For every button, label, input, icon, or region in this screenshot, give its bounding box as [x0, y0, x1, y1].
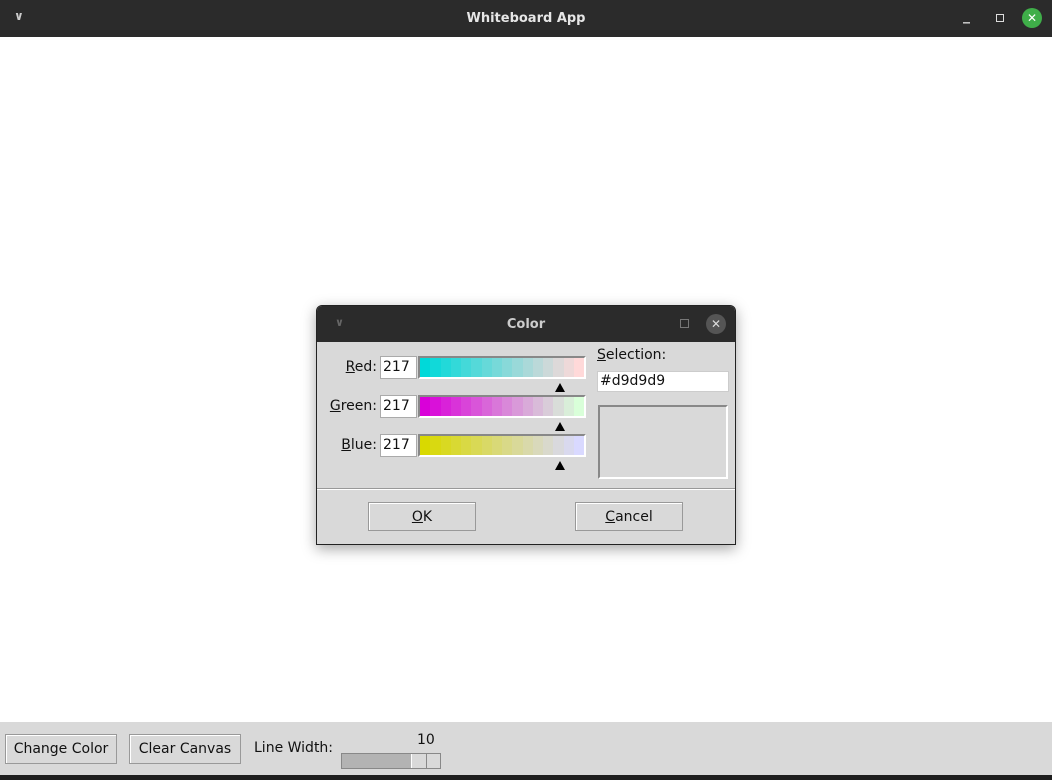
gradient-segment — [450, 436, 461, 455]
slider-thumb[interactable] — [411, 754, 440, 768]
selection-label: Selection: — [597, 347, 667, 363]
close-icon[interactable]: ✕ — [706, 314, 726, 334]
channel-label-1: Green: — [329, 398, 377, 414]
channel-pointer-icon[interactable] — [554, 461, 565, 470]
window-titlebar: ∨ Whiteboard App _ ✕ — [0, 0, 1052, 37]
channel-value-input[interactable]: 217 — [380, 434, 417, 457]
gradient-segment — [553, 397, 564, 416]
gradient-segment — [573, 397, 584, 416]
gradient-segment — [471, 358, 482, 377]
selection-input[interactable]: #d9d9d9 — [597, 371, 729, 392]
channel-gradient-bar[interactable] — [418, 395, 586, 418]
clear-canvas-button[interactable]: Clear Canvas — [129, 734, 241, 764]
gradient-segment — [543, 397, 554, 416]
gradient-segment — [491, 358, 502, 377]
cancel-button[interactable]: Cancel — [575, 502, 683, 531]
gradient-segment — [471, 397, 482, 416]
gradient-segment — [471, 436, 482, 455]
maximize-icon[interactable] — [680, 319, 689, 328]
gradient-segment — [563, 397, 574, 416]
gradient-segment — [502, 358, 513, 377]
window-title: Whiteboard App — [466, 11, 586, 26]
gradient-segment — [420, 358, 431, 377]
line-width-label: Line Width: — [254, 740, 334, 756]
gradient-segment — [543, 436, 554, 455]
gradient-segment — [491, 397, 502, 416]
channel-value-input[interactable]: 217 — [380, 356, 417, 379]
gradient-segment — [573, 358, 584, 377]
gradient-segment — [532, 358, 543, 377]
gradient-segment — [461, 397, 472, 416]
close-icon[interactable]: ✕ — [1022, 8, 1042, 28]
gradient-segment — [440, 436, 451, 455]
gradient-segment — [573, 436, 584, 455]
gradient-segment — [563, 358, 574, 377]
gradient-segment — [512, 358, 523, 377]
gradient-segment — [450, 397, 461, 416]
status-strip — [0, 775, 1052, 780]
dialog-titlebar: ∨ Color ✕ — [317, 306, 735, 342]
gradient-segment — [512, 436, 523, 455]
gradient-segment — [481, 358, 492, 377]
divider — [317, 488, 735, 490]
dialog-title: Color — [506, 316, 546, 332]
gradient-segment — [430, 397, 441, 416]
gradient-segment — [420, 397, 431, 416]
gradient-segment — [522, 397, 533, 416]
line-width-value: 10 — [417, 732, 435, 748]
gradient-segment — [481, 436, 492, 455]
gradient-segment — [522, 436, 533, 455]
chevron-down-icon[interactable]: ∨ — [335, 316, 344, 329]
gradient-segment — [430, 436, 441, 455]
gradient-segment — [532, 397, 543, 416]
gradient-segment — [532, 436, 543, 455]
maximize-icon[interactable] — [996, 14, 1004, 22]
gradient-segment — [420, 436, 431, 455]
channel-value-input[interactable]: 217 — [380, 395, 417, 418]
channel-pointer-icon[interactable] — [554, 383, 565, 392]
gradient-segment — [461, 436, 472, 455]
gradient-segment — [522, 358, 533, 377]
gradient-segment — [502, 397, 513, 416]
ok-button[interactable]: OK — [368, 502, 476, 531]
color-dialog: ∨ Color ✕ Red: 217 Green: 217 Blue: 217 Selec… — [316, 305, 736, 545]
minimize-icon[interactable]: _ — [963, 8, 970, 24]
change-color-button[interactable]: Change Color — [5, 734, 117, 764]
gradient-segment — [553, 436, 564, 455]
channel-gradient-bar[interactable] — [418, 434, 586, 457]
gradient-segment — [461, 358, 472, 377]
gradient-segment — [430, 358, 441, 377]
gradient-segment — [440, 397, 451, 416]
gradient-segment — [512, 397, 523, 416]
gradient-segment — [450, 358, 461, 377]
gradient-segment — [502, 436, 513, 455]
gradient-segment — [543, 358, 554, 377]
gradient-segment — [563, 436, 574, 455]
toolbar: Change Color Clear Canvas Line Width: 10 — [0, 722, 1052, 775]
channel-gradient-bar[interactable] — [418, 356, 586, 379]
channel-pointer-icon[interactable] — [554, 422, 565, 431]
gradient-segment — [491, 436, 502, 455]
gradient-segment — [440, 358, 451, 377]
channel-label-0: Red: — [345, 359, 377, 375]
chevron-down-icon[interactable]: ∨ — [14, 9, 24, 23]
gradient-segment — [553, 358, 564, 377]
gradient-segment — [481, 397, 492, 416]
color-preview-swatch — [598, 405, 728, 479]
channel-label-2: Blue: — [341, 437, 377, 453]
line-width-slider[interactable] — [341, 753, 441, 769]
